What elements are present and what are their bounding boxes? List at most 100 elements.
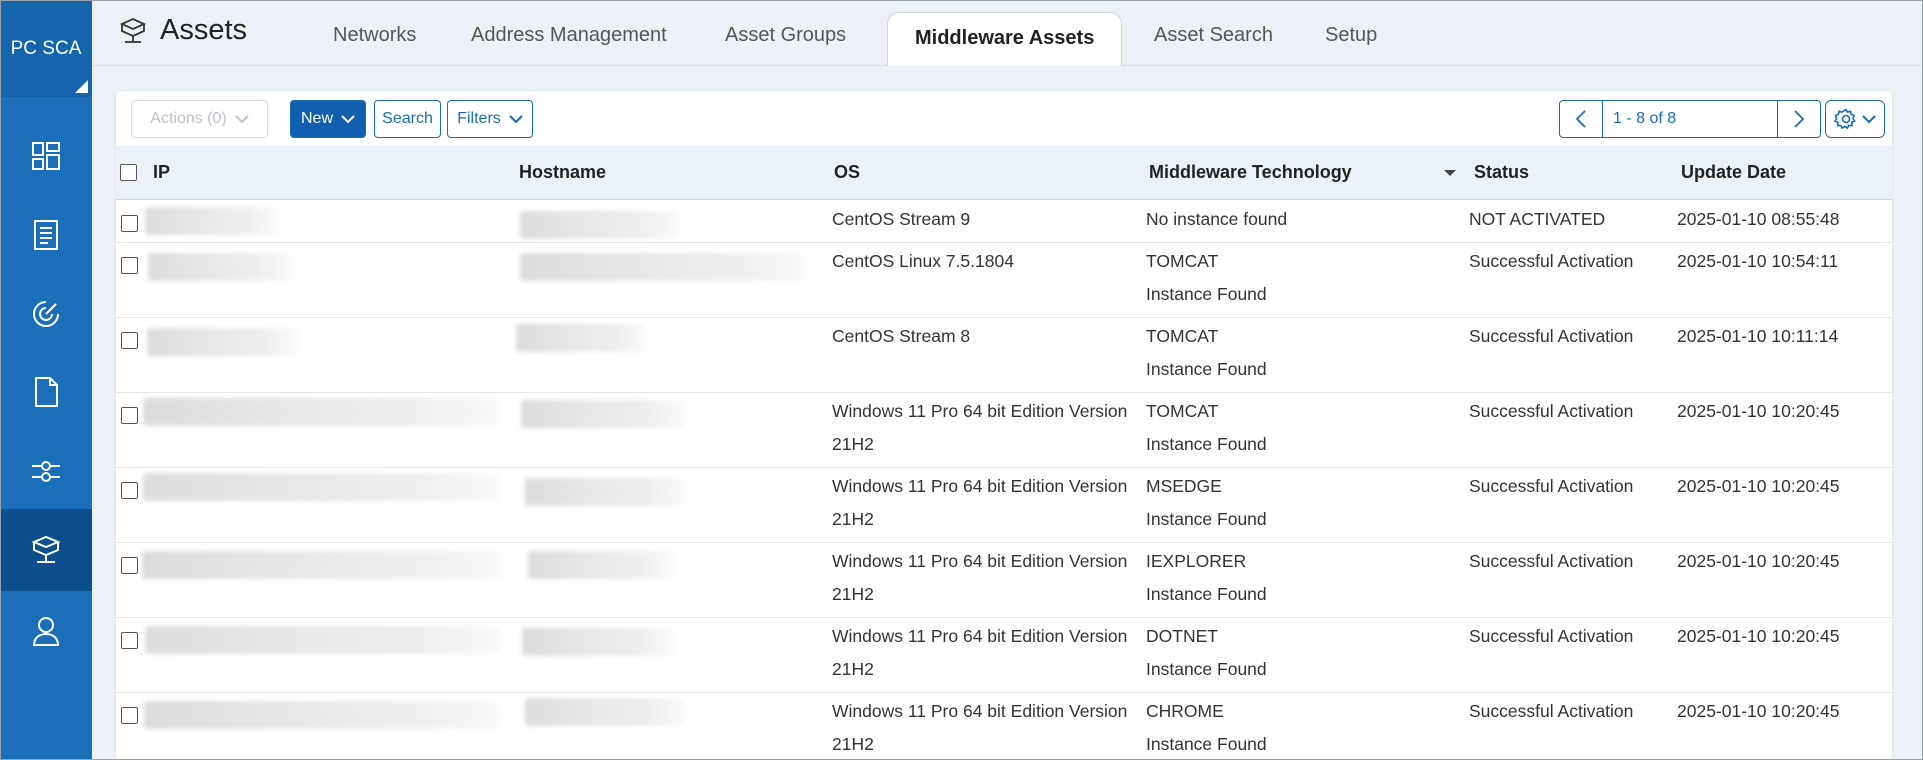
- os-cell: Windows 11 Pro 64 bit Edition Version: [832, 476, 1128, 496]
- os-version-cell: 21H2: [832, 659, 874, 679]
- middleware-cell: TOMCAT: [1146, 251, 1219, 271]
- middleware-cell: IEXPLORER: [1146, 551, 1247, 571]
- middleware-instance-cell: Instance Found: [1146, 584, 1267, 604]
- assets-icon: [31, 535, 61, 563]
- column-header-hostname[interactable]: Hostname: [519, 162, 606, 183]
- os-cell: Windows 11 Pro 64 bit Edition Version: [832, 701, 1128, 721]
- filters-button[interactable]: Filters: [447, 100, 533, 138]
- column-header-status[interactable]: Status: [1474, 162, 1529, 183]
- ip-redacted: [145, 207, 278, 235]
- tab-setup[interactable]: Setup: [1325, 24, 1377, 47]
- column-header-os[interactable]: OS: [834, 162, 860, 183]
- update-date-cell: 2025-01-10 10:54:11: [1677, 251, 1839, 271]
- middleware-instance-cell: Instance Found: [1146, 509, 1267, 529]
- new-button[interactable]: New: [290, 100, 366, 138]
- table-row[interactable]: CentOS Stream 8 TOMCAT Instance Found Su…: [116, 318, 1892, 393]
- update-date-cell: 2025-01-10 10:20:45: [1677, 401, 1840, 421]
- table-row[interactable]: Windows 11 Pro 64 bit Edition Version 21…: [116, 618, 1892, 693]
- update-date-cell: 2025-01-10 08:55:48: [1677, 209, 1840, 229]
- next-page-button[interactable]: [1777, 100, 1821, 138]
- status-cell: Successful Activation: [1469, 626, 1634, 646]
- table-row[interactable]: Windows 11 Pro 64 bit Edition Version 21…: [116, 393, 1892, 468]
- middleware-instance-cell: Instance Found: [1146, 659, 1267, 679]
- row-checkbox[interactable]: [121, 482, 138, 499]
- page-range-field[interactable]: 1 - 8 of 8: [1603, 100, 1777, 138]
- row-checkbox[interactable]: [121, 215, 138, 232]
- table-settings-button[interactable]: [1825, 100, 1885, 138]
- middleware-cell: MSEDGE: [1146, 476, 1222, 496]
- table-row[interactable]: CentOS Stream 9 No instance found NOT AC…: [116, 201, 1892, 243]
- os-cell: CentOS Stream 8: [832, 326, 971, 346]
- search-label: Search: [382, 110, 433, 127]
- scan-radar-icon: [33, 301, 59, 327]
- row-checkbox[interactable]: [121, 557, 138, 574]
- hostname-redacted: [528, 551, 673, 579]
- gear-icon: [1834, 108, 1856, 130]
- status-cell: Successful Activation: [1469, 701, 1634, 721]
- hostname-redacted: [521, 400, 685, 428]
- middleware-instance-cell: Instance Found: [1146, 434, 1267, 454]
- sidebar-item-assets[interactable]: [0, 509, 92, 591]
- tab-middleware-assets[interactable]: Middleware Assets: [887, 12, 1123, 67]
- document-icon: [35, 377, 58, 407]
- middleware-cell: DOTNET: [1146, 626, 1218, 646]
- sidebar-item-dashboard[interactable]: [0, 115, 92, 197]
- hostname-redacted: [516, 324, 646, 352]
- update-date-cell: 2025-01-10 10:20:45: [1677, 701, 1840, 721]
- ip-redacted: [147, 328, 297, 356]
- column-header-ip[interactable]: IP: [153, 162, 170, 183]
- os-cell: CentOS Stream 9: [832, 209, 971, 229]
- sidebar-item-connections[interactable]: [0, 430, 92, 512]
- ip-redacted: [143, 398, 498, 426]
- row-checkbox[interactable]: [121, 407, 138, 424]
- tab-asset-groups[interactable]: Asset Groups: [725, 24, 846, 47]
- table-header: IP Hostname OS Middleware Technology Sta…: [116, 146, 1892, 200]
- actions-dropdown[interactable]: Actions (0): [131, 100, 268, 138]
- middleware-cell: No instance found: [1146, 209, 1288, 229]
- hostname-redacted: [525, 478, 685, 506]
- tab-address-management[interactable]: Address Management: [471, 24, 667, 47]
- os-cell: CentOS Linux 7.5.1804: [832, 251, 1014, 271]
- tab-asset-search[interactable]: Asset Search: [1154, 24, 1273, 47]
- report-list-icon: [34, 220, 58, 250]
- os-version-cell: 21H2: [832, 509, 874, 529]
- os-version-cell: 21H2: [832, 734, 874, 754]
- middleware-cell: TOMCAT: [1146, 401, 1219, 421]
- ip-redacted: [143, 473, 498, 501]
- update-date-cell: 2025-01-10 10:11:14: [1677, 326, 1839, 346]
- table-row[interactable]: Windows 11 Pro 64 bit Edition Version 21…: [116, 693, 1892, 760]
- search-button[interactable]: Search: [374, 100, 441, 138]
- dashboard-icon: [32, 142, 60, 170]
- row-checkbox[interactable]: [121, 707, 138, 724]
- sidebar-item-profile[interactable]: [0, 590, 92, 672]
- filters-label: Filters: [457, 110, 501, 127]
- page-title: Assets: [118, 14, 247, 47]
- sidebar-item-scans[interactable]: [0, 273, 92, 355]
- update-date-cell: 2025-01-10 10:20:45: [1677, 551, 1840, 571]
- header: Assets Networks Address Management Asset…: [92, 0, 1923, 67]
- ip-redacted: [148, 253, 293, 281]
- column-header-middleware-technology[interactable]: Middleware Technology: [1149, 162, 1352, 183]
- sidebar-item-documents[interactable]: [0, 351, 92, 433]
- row-checkbox[interactable]: [121, 257, 138, 274]
- select-all-checkbox[interactable]: [120, 164, 137, 181]
- chevron-down-icon: [509, 115, 523, 124]
- previous-page-button[interactable]: [1559, 100, 1603, 138]
- brand-logo[interactable]: PC SCA: [0, 0, 92, 97]
- sidebar-item-reports[interactable]: [0, 194, 92, 276]
- hostname-redacted: [525, 698, 685, 726]
- table-row[interactable]: Windows 11 Pro 64 bit Edition Version 21…: [116, 543, 1892, 618]
- chevron-down-icon: [341, 115, 355, 124]
- row-checkbox[interactable]: [121, 332, 138, 349]
- row-checkbox[interactable]: [121, 632, 138, 649]
- tab-networks[interactable]: Networks: [333, 24, 416, 47]
- table-row[interactable]: CentOS Linux 7.5.1804 TOMCAT Instance Fo…: [116, 243, 1892, 318]
- middleware-instance-cell: Instance Found: [1146, 284, 1267, 304]
- new-label: New: [300, 110, 333, 127]
- status-cell: Successful Activation: [1469, 476, 1634, 496]
- brand-menu-corner-icon: [75, 80, 88, 93]
- table-row[interactable]: Windows 11 Pro 64 bit Edition Version 21…: [116, 468, 1892, 543]
- column-header-update-date[interactable]: Update Date: [1681, 162, 1786, 183]
- brand-label: PC SCA: [10, 37, 82, 59]
- os-cell: Windows 11 Pro 64 bit Edition Version: [832, 551, 1128, 571]
